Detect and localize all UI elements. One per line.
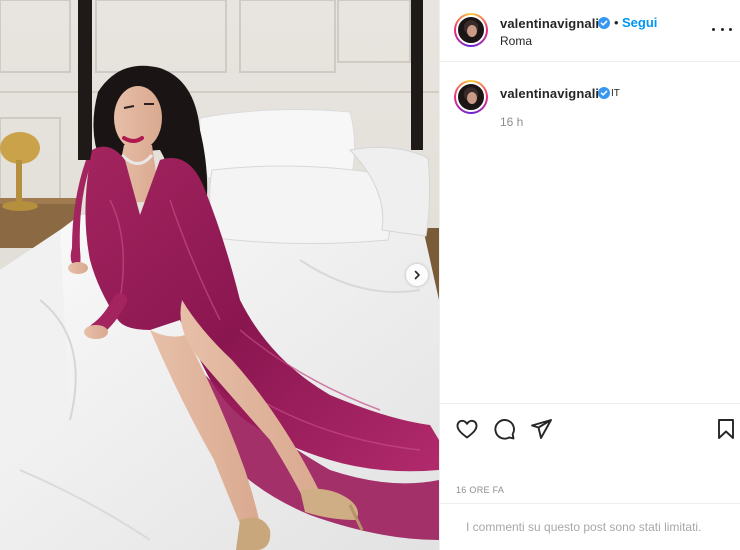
avatar[interactable] bbox=[454, 13, 488, 47]
next-photo-button[interactable] bbox=[406, 264, 428, 286]
separator-dot: • bbox=[614, 15, 619, 30]
share-plane-icon[interactable] bbox=[529, 417, 553, 441]
post-side-panel: valentinavignali • Segui Roma valentinav… bbox=[439, 0, 740, 550]
divider bbox=[440, 503, 740, 504]
post-photo[interactable] bbox=[0, 0, 439, 550]
photo-image bbox=[0, 0, 439, 550]
comment-bubble-icon[interactable] bbox=[492, 417, 516, 441]
caption-language-tag: IT bbox=[611, 88, 620, 99]
comments-limited-notice: I commenti su questo post sono stati lim… bbox=[466, 520, 702, 534]
post-header: valentinavignali • Segui Roma bbox=[440, 0, 740, 62]
caption-username[interactable]: valentinavignali bbox=[500, 86, 599, 101]
chevron-right-icon bbox=[414, 270, 420, 280]
verified-badge-icon bbox=[598, 87, 610, 99]
location-link[interactable]: Roma bbox=[500, 34, 532, 48]
caption-avatar[interactable] bbox=[454, 80, 488, 114]
heart-icon[interactable] bbox=[455, 417, 479, 441]
verified-badge-icon bbox=[598, 17, 610, 29]
post-date[interactable]: 16 ORE FA bbox=[456, 485, 504, 495]
follow-button[interactable]: Segui bbox=[622, 15, 657, 30]
header-username[interactable]: valentinavignali bbox=[500, 16, 599, 31]
divider bbox=[440, 403, 740, 404]
bookmark-icon[interactable] bbox=[715, 417, 737, 441]
more-options-icon[interactable] bbox=[712, 22, 732, 36]
caption-timestamp: 16 h bbox=[500, 115, 524, 129]
